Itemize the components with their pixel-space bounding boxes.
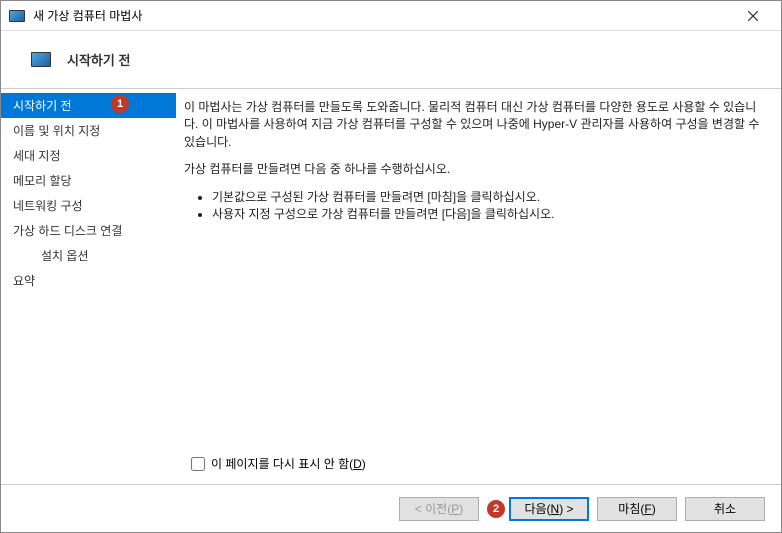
- list-item: 기본값으로 구성된 가상 컴퓨터를 만들려면 [마침]을 클릭하십시오.: [212, 189, 765, 206]
- instruction-paragraph: 가상 컴퓨터를 만들려면 다음 중 하나를 수행하십시오.: [184, 161, 765, 178]
- footer: < 이전(P) 2 다음(N) > 마침(F) 취소: [1, 484, 781, 532]
- dont-show-again-row: 이 페이지를 다시 표시 안 함(D): [191, 455, 366, 472]
- sidebar-item-summary[interactable]: 요약: [1, 268, 176, 293]
- annotation-badge-1: 1: [111, 95, 129, 113]
- close-button[interactable]: [733, 2, 773, 30]
- annotation-badge-2: 2: [487, 500, 505, 518]
- sidebar-item-memory[interactable]: 메모리 할당: [1, 168, 176, 193]
- dont-show-again-label[interactable]: 이 페이지를 다시 표시 안 함(D): [211, 455, 366, 472]
- header-icon: [31, 52, 51, 67]
- sidebar-item-networking[interactable]: 네트워킹 구성: [1, 193, 176, 218]
- sidebar-item-label: 요약: [13, 274, 35, 288]
- sidebar-item-generation[interactable]: 세대 지정: [1, 143, 176, 168]
- previous-button: < 이전(P): [399, 497, 479, 521]
- sidebar-item-label: 네트워킹 구성: [13, 199, 83, 213]
- sidebar-item-label: 설치 옵션: [41, 249, 89, 263]
- next-button[interactable]: 다음(N) >: [509, 497, 589, 521]
- sidebar-item-install-options[interactable]: 설치 옵션: [1, 243, 176, 268]
- page-title: 시작하기 전: [67, 50, 130, 69]
- sidebar-item-vhd[interactable]: 가상 하드 디스크 연결: [1, 218, 176, 243]
- dont-show-again-checkbox[interactable]: [191, 457, 205, 471]
- next-button-wrap: 2 다음(N) >: [487, 497, 589, 521]
- sidebar-item-name-location[interactable]: 이름 및 위치 지정: [1, 118, 176, 143]
- sidebar-item-label: 이름 및 위치 지정: [13, 124, 100, 138]
- body: 시작하기 전 1 이름 및 위치 지정 세대 지정 메모리 할당 네트워킹 구성…: [1, 89, 781, 484]
- sidebar-item-before-you-begin[interactable]: 시작하기 전 1: [1, 93, 176, 118]
- finish-button[interactable]: 마침(F): [597, 497, 677, 521]
- content: 이 마법사는 가상 컴퓨터를 만들도록 도와줍니다. 물리적 컴퓨터 대신 가상…: [176, 89, 781, 484]
- intro-paragraph: 이 마법사는 가상 컴퓨터를 만들도록 도와줍니다. 물리적 컴퓨터 대신 가상…: [184, 99, 765, 151]
- close-icon: [748, 11, 758, 21]
- titlebar: 새 가상 컴퓨터 마법사: [1, 1, 781, 31]
- sidebar: 시작하기 전 1 이름 및 위치 지정 세대 지정 메모리 할당 네트워킹 구성…: [1, 89, 176, 484]
- sidebar-item-label: 메모리 할당: [13, 174, 72, 188]
- header: 시작하기 전: [1, 31, 781, 89]
- wizard-window: 새 가상 컴퓨터 마법사 시작하기 전 시작하기 전 1 이름 및 위치 지정 …: [0, 0, 782, 533]
- app-icon: [9, 10, 25, 22]
- sidebar-item-label: 가상 하드 디스크 연결: [13, 224, 122, 238]
- window-title: 새 가상 컴퓨터 마법사: [33, 7, 733, 24]
- sidebar-item-label: 세대 지정: [13, 149, 61, 163]
- instruction-list: 기본값으로 구성된 가상 컴퓨터를 만들려면 [마침]을 클릭하십시오. 사용자…: [184, 189, 765, 224]
- list-item: 사용자 지정 구성으로 가상 컴퓨터를 만들려면 [다음]을 클릭하십시오.: [212, 206, 765, 223]
- sidebar-item-label: 시작하기 전: [13, 99, 72, 113]
- cancel-button[interactable]: 취소: [685, 497, 765, 521]
